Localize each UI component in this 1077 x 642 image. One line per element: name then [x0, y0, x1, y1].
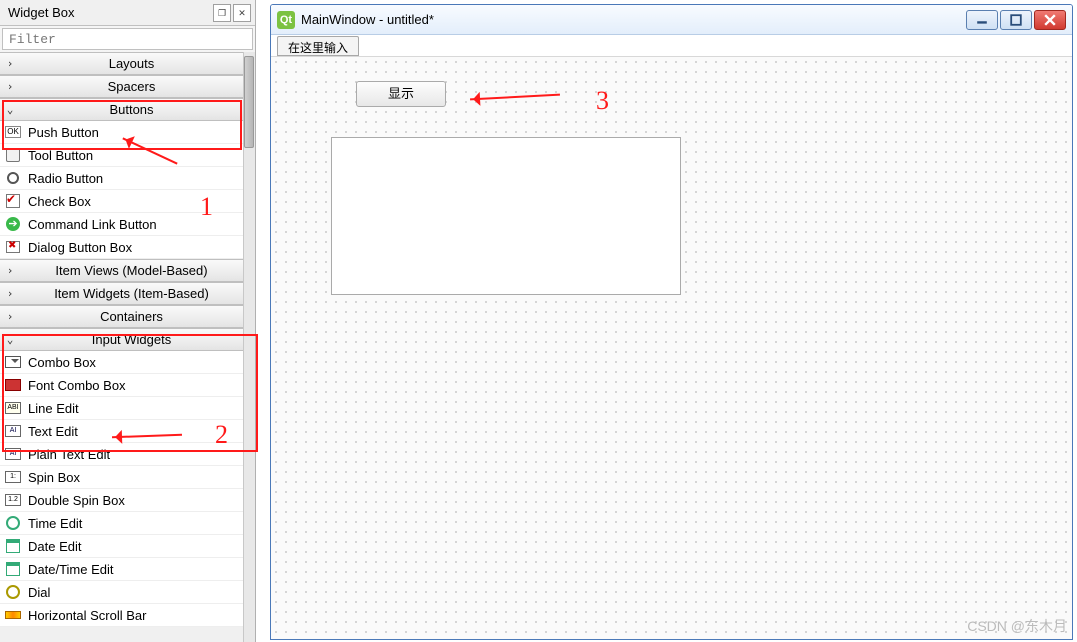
font-combo-icon — [4, 377, 22, 393]
category-spacers[interactable]: › Spacers — [0, 75, 243, 98]
date-time-edit-icon — [4, 561, 22, 577]
widget-label: Font Combo Box — [28, 378, 126, 393]
widget-label: Date/Time Edit — [28, 562, 114, 577]
menu-bar[interactable]: 在这里输入 — [271, 35, 1072, 57]
spin-box-icon: 1: — [4, 469, 22, 485]
radio-icon — [4, 170, 22, 186]
widget-tool-button[interactable]: Tool Button — [0, 144, 243, 167]
checkbox-icon — [4, 193, 22, 209]
widget-label: Command Link Button — [28, 217, 157, 232]
push-button-widget[interactable]: 显示 — [356, 81, 446, 107]
dock-titlebar: Widget Box ❐ ✕ — [0, 0, 255, 26]
designer-form-window: Qt MainWindow - untitled* 在这里输入 显示 — [270, 4, 1073, 640]
category-label: Buttons — [20, 102, 243, 117]
tool-button-icon — [4, 147, 22, 163]
widget-label: Combo Box — [28, 355, 96, 370]
chevron-right-icon: › — [0, 80, 20, 93]
category-label: Input Widgets — [20, 332, 243, 347]
maximize-icon — [1010, 14, 1022, 26]
time-edit-icon — [4, 515, 22, 531]
close-button[interactable] — [1034, 10, 1066, 30]
category-item-views[interactable]: › Item Views (Model-Based) — [0, 259, 243, 282]
widget-label: Time Edit — [28, 516, 82, 531]
widget-plain-text-edit[interactable]: AI Plain Text Edit — [0, 443, 243, 466]
text-edit-widget[interactable] — [331, 137, 681, 295]
widget-date-time-edit[interactable]: Date/Time Edit — [0, 558, 243, 581]
widget-combo-box[interactable]: Combo Box — [0, 351, 243, 374]
combo-box-icon — [4, 354, 22, 370]
push-button-icon: OK — [4, 124, 22, 140]
minimize-button[interactable] — [966, 10, 998, 30]
dialog-box-icon — [4, 239, 22, 255]
annotation-number-3: 3 — [596, 86, 609, 116]
scrollbar-thumb[interactable] — [244, 56, 254, 148]
category-label: Item Widgets (Item-Based) — [20, 286, 243, 301]
form-canvas[interactable]: 显示 — [271, 57, 1072, 639]
widget-label: Tool Button — [28, 148, 93, 163]
dock-close-button[interactable]: ✕ — [233, 4, 251, 22]
category-label: Containers — [20, 309, 243, 324]
widget-label: Horizontal Scroll Bar — [28, 608, 147, 623]
category-layouts[interactable]: › Layouts — [0, 52, 243, 75]
widget-label: Check Box — [28, 194, 91, 209]
text-edit-icon: AI — [4, 423, 22, 439]
chevron-down-icon: ⌄ — [0, 333, 20, 346]
minimize-icon — [976, 14, 988, 26]
widget-label: Text Edit — [28, 424, 78, 439]
menu-placeholder[interactable]: 在这里输入 — [277, 36, 359, 56]
widget-dialog-button-box[interactable]: Dialog Button Box — [0, 236, 243, 259]
scrollbar-track[interactable] — [243, 52, 255, 642]
widget-label: Dial — [28, 585, 50, 600]
category-buttons[interactable]: ⌄ Buttons — [0, 98, 243, 121]
close-icon — [1044, 14, 1056, 26]
widget-label: Dialog Button Box — [28, 240, 132, 255]
widget-horizontal-scroll-bar[interactable]: Horizontal Scroll Bar — [0, 604, 243, 627]
category-label: Spacers — [20, 79, 243, 94]
widget-label: Radio Button — [28, 171, 103, 186]
chevron-right-icon: › — [0, 264, 20, 277]
h-scroll-bar-icon — [4, 607, 22, 623]
annotation-number-2: 2 — [215, 420, 228, 450]
widget-dial[interactable]: Dial — [0, 581, 243, 604]
dial-icon — [4, 584, 22, 600]
widget-time-edit[interactable]: Time Edit — [0, 512, 243, 535]
maximize-button[interactable] — [1000, 10, 1032, 30]
chevron-right-icon: › — [0, 287, 20, 300]
widget-label: Double Spin Box — [28, 493, 125, 508]
date-edit-icon — [4, 538, 22, 554]
plain-text-edit-icon: AI — [4, 446, 22, 462]
qt-logo-icon: Qt — [277, 11, 295, 29]
window-title: MainWindow - untitled* — [301, 12, 966, 27]
annotation-number-1: 1 — [200, 192, 213, 222]
chevron-right-icon: › — [0, 310, 20, 323]
window-titlebar: Qt MainWindow - untitled* — [271, 5, 1072, 35]
double-spin-box-icon: 1.2 — [4, 492, 22, 508]
category-containers[interactable]: › Containers — [0, 305, 243, 328]
widget-double-spin-box[interactable]: 1.2 Double Spin Box — [0, 489, 243, 512]
chevron-right-icon: › — [0, 57, 20, 70]
category-input-widgets[interactable]: ⌄ Input Widgets — [0, 328, 243, 351]
category-label: Layouts — [20, 56, 243, 71]
category-label: Item Views (Model-Based) — [20, 263, 243, 278]
widget-box-dock: Widget Box ❐ ✕ Filter › Layouts › Spacer… — [0, 0, 256, 642]
widget-label: Push Button — [28, 125, 99, 140]
category-item-widgets[interactable]: › Item Widgets (Item-Based) — [0, 282, 243, 305]
widget-font-combo-box[interactable]: Font Combo Box — [0, 374, 243, 397]
widget-label: Plain Text Edit — [28, 447, 110, 462]
widget-label: Date Edit — [28, 539, 81, 554]
widget-label: Spin Box — [28, 470, 80, 485]
widget-spin-box[interactable]: 1: Spin Box — [0, 466, 243, 489]
widget-date-edit[interactable]: Date Edit — [0, 535, 243, 558]
command-link-icon: ➔ — [4, 216, 22, 232]
widget-radio-button[interactable]: Radio Button — [0, 167, 243, 190]
dock-title: Widget Box — [4, 5, 211, 20]
filter-input[interactable]: Filter — [2, 28, 253, 50]
watermark: CSDN @东木月 — [967, 616, 1067, 636]
widget-line-edit[interactable]: ABI Line Edit — [0, 397, 243, 420]
widget-label: Line Edit — [28, 401, 79, 416]
line-edit-icon: ABI — [4, 400, 22, 416]
chevron-down-icon: ⌄ — [0, 103, 20, 116]
dock-float-button[interactable]: ❐ — [213, 4, 231, 22]
